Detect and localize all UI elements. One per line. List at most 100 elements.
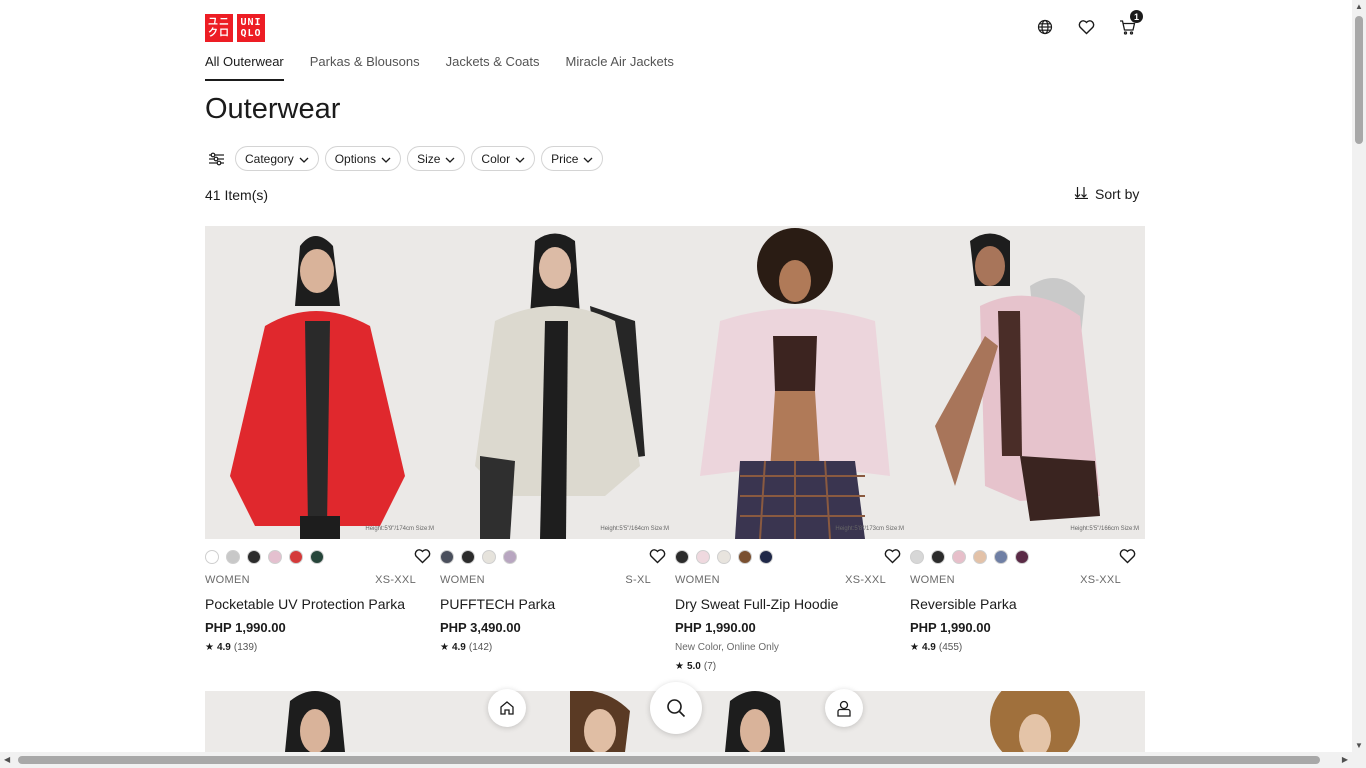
swatch-color-0[interactable] [675, 550, 689, 564]
product-image[interactable] [910, 691, 1145, 752]
swatch-color-3[interactable] [973, 550, 987, 564]
star-icon: ★ [205, 642, 214, 653]
product-note: New Color, Online Only [675, 642, 779, 653]
logo-katakana-bottom: クロ [208, 28, 230, 39]
swatch-color-3[interactable] [738, 550, 752, 564]
product-price: PHP 3,490.00 [440, 620, 521, 635]
product-image[interactable] [205, 691, 440, 752]
product-meta: WOMEN XS-XXL [205, 574, 416, 586]
product-gender: WOMEN [205, 574, 250, 586]
swatch-color-0[interactable] [440, 550, 454, 564]
filter-price[interactable]: Price [541, 146, 604, 171]
review-count: (142) [468, 642, 493, 653]
favorite-heart-icon[interactable] [1119, 549, 1137, 567]
product-name[interactable]: PUFFTECH Parka [440, 596, 555, 612]
filter-size[interactable]: Size [407, 146, 466, 171]
product-meta: WOMEN XS-XXL [675, 574, 886, 586]
filter-price-label: Price [551, 151, 579, 166]
product-image[interactable] [440, 691, 675, 752]
swatch-color-0[interactable] [910, 550, 924, 564]
product-grid: Height:5'9"/174cm Size:M WOMEN XS-XXL Poc… [205, 226, 1146, 672]
chevron-down-icon [381, 152, 391, 166]
wishlist-heart-icon[interactable] [1075, 16, 1097, 38]
filter-size-label: Size [417, 151, 441, 166]
product-image[interactable]: Height:5'9"/174cm Size:M [205, 226, 440, 539]
favorite-heart-icon[interactable] [414, 549, 432, 567]
scroll-down-arrow-icon[interactable]: ▼ [1355, 741, 1363, 750]
product-card[interactable]: Height:5'9"/174cm Size:M WOMEN XS-XXL Poc… [205, 226, 440, 653]
bottom-nav-home[interactable] [488, 689, 526, 727]
swatch-color-2[interactable] [482, 550, 496, 564]
filter-options[interactable]: Options [324, 146, 402, 171]
horizontal-scrollbar[interactable]: ◀ ▶ [0, 752, 1352, 768]
sort-button[interactable]: Sort by [1074, 186, 1139, 202]
tab-all-outerwear[interactable]: All Outerwear [205, 54, 284, 81]
swatch-color-2[interactable] [717, 550, 731, 564]
rating-value: 5.0 [686, 661, 701, 672]
model-size-caption: Height:5'9"/174cm Size:M [365, 526, 434, 532]
swatch-color-1[interactable] [931, 550, 945, 564]
uniqlo-logo[interactable]: ユニ クロ UNI QLO [205, 14, 265, 42]
scroll-right-arrow-icon[interactable]: ▶ [1342, 755, 1348, 764]
swatch-color-3[interactable] [268, 550, 282, 564]
product-image[interactable] [675, 691, 910, 752]
category-tabs: All Outerwear Parkas & Blousons Jackets … [205, 54, 674, 81]
chevron-down-icon [583, 152, 593, 166]
tab-miracle-air-jackets[interactable]: Miracle Air Jackets [566, 54, 674, 81]
swatch-color-1[interactable] [226, 550, 240, 564]
bottom-nav-search[interactable] [650, 682, 702, 734]
swatch-color-4[interactable] [759, 550, 773, 564]
favorite-heart-icon[interactable] [649, 549, 667, 567]
vertical-scrollbar[interactable]: ▲ ▼ [1352, 0, 1366, 768]
swatch-color-0[interactable] [205, 550, 219, 564]
product-name[interactable]: Dry Sweat Full-Zip Hoodie [675, 596, 838, 612]
swatch-color-2[interactable] [952, 550, 966, 564]
cart-icon[interactable]: 1 [1116, 10, 1143, 38]
bottom-nav-account[interactable] [825, 689, 863, 727]
product-name[interactable]: Reversible Parka [910, 596, 1017, 612]
globe-icon[interactable] [1034, 16, 1056, 38]
color-swatches [440, 550, 517, 564]
swatch-color-1[interactable] [696, 550, 710, 564]
tab-jackets-coats[interactable]: Jackets & Coats [446, 54, 540, 81]
product-card[interactable]: Height:5'8"/173cm Size:M WOMEN XS-XXL Dry… [675, 226, 910, 672]
swatch-color-1[interactable] [461, 550, 475, 564]
account-icon[interactable] [825, 689, 863, 727]
product-rating: ★ 4.9 (139) [205, 642, 257, 653]
logo-latin-bottom: QLO [240, 28, 262, 39]
product-image[interactable]: Height:5'5"/166cm Size:M [910, 226, 1145, 539]
product-rating: ★ 4.9 (142) [440, 642, 492, 653]
review-count: (7) [703, 661, 717, 672]
swatch-color-2[interactable] [247, 550, 261, 564]
scroll-left-arrow-icon[interactable]: ◀ [4, 755, 10, 764]
swatch-color-5[interactable] [1015, 550, 1029, 564]
cart-count-badge: 1 [1130, 10, 1143, 23]
product-name[interactable]: Pocketable UV Protection Parka [205, 596, 405, 612]
product-price: PHP 1,990.00 [675, 620, 756, 635]
tab-parkas-blousons[interactable]: Parkas & Blousons [310, 54, 420, 81]
product-meta: WOMEN S-XL [440, 574, 651, 586]
home-icon[interactable] [488, 689, 526, 727]
product-card[interactable]: Height:5'5"/166cm Size:M WOMEN XS-XXL Rev… [910, 226, 1145, 653]
filter-color[interactable]: Color [471, 146, 536, 171]
favorite-heart-icon[interactable] [884, 549, 902, 567]
swatch-color-4[interactable] [289, 550, 303, 564]
filter-sliders-icon[interactable] [205, 148, 227, 170]
swatch-color-4[interactable] [994, 550, 1008, 564]
product-image[interactable]: Height:5'5"/164cm Size:M [440, 226, 675, 539]
search-icon[interactable] [650, 682, 702, 734]
swatch-color-5[interactable] [310, 550, 324, 564]
star-icon: ★ [675, 661, 684, 672]
logo-katakana-top: ユニ [208, 17, 230, 28]
product-gender: WOMEN [440, 574, 485, 586]
filter-category[interactable]: Category [235, 146, 319, 171]
review-count: (455) [938, 642, 963, 653]
vertical-scroll-thumb[interactable] [1355, 16, 1363, 144]
scroll-up-arrow-icon[interactable]: ▲ [1355, 2, 1363, 11]
horizontal-scroll-thumb[interactable] [18, 756, 1320, 764]
color-swatches [675, 550, 773, 564]
swatch-color-3[interactable] [503, 550, 517, 564]
product-image[interactable]: Height:5'8"/173cm Size:M [675, 226, 910, 539]
logo-latin-block: UNI QLO [237, 14, 265, 42]
product-card[interactable]: Height:5'5"/164cm Size:M WOMEN S-XL PUFFT… [440, 226, 675, 653]
